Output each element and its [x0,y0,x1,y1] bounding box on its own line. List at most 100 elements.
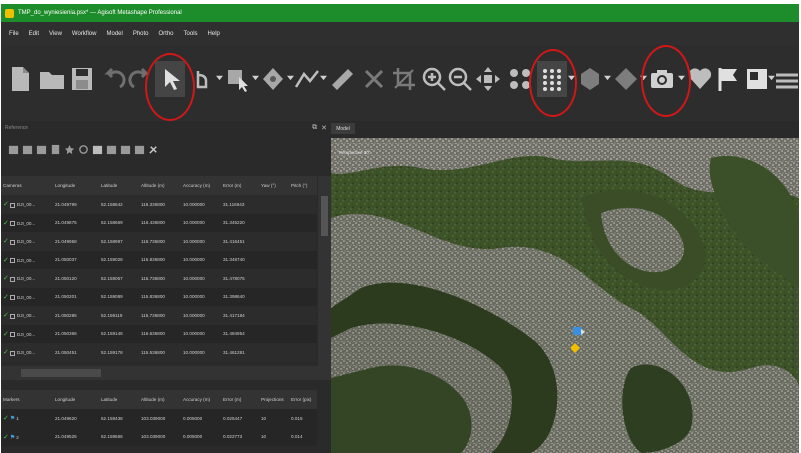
optimize-cameras-button[interactable] [63,142,75,156]
accuracy-cell[interactable]: 10.000000 [181,343,221,362]
column-header-latitude[interactable]: Latitude [99,390,139,409]
float-panel-icon[interactable]: ⧉ [312,124,317,132]
cloud-dropdown[interactable] [567,71,575,83]
yaw-cell[interactable] [259,213,289,232]
checkmark-icon[interactable]: ✓ [3,294,9,301]
longitude-cell[interactable]: 21.050120 [53,269,99,288]
open-button[interactable] [37,61,67,97]
yaw-cell[interactable] [259,195,289,214]
longitude-cell[interactable]: 21.049958 [53,232,99,251]
model-viewport[interactable]: Perspective 30° [331,138,799,453]
pitch-cell[interactable] [289,287,317,306]
column-header-longitude[interactable]: Longitude [53,390,99,409]
yaw-cell[interactable] [259,232,289,251]
tie-points-button[interactable] [505,61,535,97]
latitude-cell[interactable]: 52.159057 [99,269,139,288]
menu-view[interactable]: View [49,31,62,37]
cameras-vertical-scrollbar[interactable] [318,176,331,366]
accuracy-cell[interactable]: 10.000000 [181,306,221,325]
rotate-object-button[interactable] [187,61,217,97]
pitch-cell[interactable] [289,343,317,362]
altitude-cell[interactable]: 116.336800 [139,195,181,214]
checkmark-icon[interactable]: ✓ [3,331,9,338]
accuracy-cell[interactable]: 10.000000 [181,250,221,269]
menu-file[interactable]: File [9,31,19,37]
accuracy-cell[interactable]: 10.000000 [181,269,221,288]
accuracy-cell[interactable]: 10.000000 [181,287,221,306]
menu-model[interactable]: Model [106,31,122,37]
column-header-projections[interactable]: Projections [259,390,289,409]
crop-selection-button[interactable] [389,61,419,97]
table-row[interactable]: ✓ DJI_00... 21.050201 52.159089 115.83680… [1,287,317,306]
checkmark-icon[interactable]: ✓ [3,349,9,356]
menu-photo[interactable]: Photo [133,31,149,37]
column-header-error[interactable]: Error (m) [221,390,259,409]
table-row[interactable]: ✓⚑1 21.049620 52.159438 103.039000 0.005… [1,409,317,428]
longitude-cell[interactable]: 21.049799 [53,195,99,214]
close-panel-icon[interactable]: ✕ [321,124,327,132]
column-header-error[interactable]: Error (m) [221,176,259,195]
table-row[interactable]: ✓⚑2 21.049525 52.159566 103.039000 0.005… [1,427,317,446]
altitude-cell[interactable]: 103.039000 [139,427,181,446]
menu-ortho[interactable]: Ortho [159,31,174,37]
latitude-cell[interactable]: 52.158669 [99,213,139,232]
column-header-accuracy[interactable]: Accuracy (m) [181,390,221,409]
altitude-cell[interactable]: 115.736800 [139,306,181,325]
column-header-altitude[interactable]: Altitude (m) [139,390,181,409]
column-header-latitude[interactable]: Latitude [99,176,139,195]
altitude-cell[interactable]: 116.636800 [139,324,181,343]
latitude-cell[interactable]: 52.159089 [99,287,139,306]
altitude-cell[interactable]: 115.736800 [139,269,181,288]
checkmark-icon[interactable]: ✓ [3,220,9,227]
latitude-cell[interactable]: 52.159028 [99,250,139,269]
model-shaded-button[interactable] [575,61,605,97]
altitude-cell[interactable]: 116.736800 [139,232,181,251]
column-header-cameras[interactable]: Cameras [1,176,53,195]
cameras-horizontal-scrollbar[interactable] [1,366,331,380]
view-errors-button[interactable] [119,142,131,156]
draw-polyline-button[interactable] [292,61,322,97]
longitude-cell[interactable]: 21.050037 [53,250,99,269]
accuracy-cell[interactable]: 10.000000 [181,324,221,343]
longitude-cell[interactable]: 21.050201 [53,287,99,306]
view-source-button[interactable] [91,142,103,156]
latitude-cell[interactable]: 52.158997 [99,232,139,251]
yaw-cell[interactable] [259,324,289,343]
yaw-cell[interactable] [259,343,289,362]
table-row[interactable]: ✓ DJI_00... 21.050366 52.159148 116.63680… [1,324,317,343]
altitude-cell[interactable]: 116.436800 [139,213,181,232]
column-header-pitch[interactable]: Pitch (°) [289,176,317,195]
latitude-cell[interactable]: 52.159566 [99,427,139,446]
redo-button[interactable] [125,61,155,97]
yaw-cell[interactable] [259,287,289,306]
table-row[interactable]: ✓ DJI_00... 21.049875 52.158669 116.43680… [1,213,317,232]
longitude-cell[interactable]: 21.050366 [53,324,99,343]
checkmark-icon[interactable]: ✓ [3,312,9,319]
pitch-cell[interactable] [289,195,317,214]
model-dropdown[interactable] [603,71,611,83]
accuracy-cell[interactable]: 10.000000 [181,232,221,251]
calculator-button[interactable] [49,142,61,156]
delete-selection-button[interactable] [359,61,389,97]
column-header-markers[interactable]: Markers [1,390,53,409]
menu-workflow[interactable]: Workflow [72,31,97,37]
navigation-button[interactable] [155,61,185,97]
column-header-altitude[interactable]: Altitude (m) [139,176,181,195]
checkmark-icon[interactable]: ✓ [3,415,9,422]
pitch-cell[interactable] [289,269,317,288]
tiled-dropdown[interactable] [639,71,647,83]
scrollbar-thumb[interactable] [21,369,101,377]
longitude-cell[interactable]: 21.049875 [53,213,99,232]
altitude-cell[interactable]: 115.836800 [139,287,181,306]
tiled-model-button[interactable] [611,61,641,97]
yaw-cell[interactable] [259,269,289,288]
yaw-cell[interactable] [259,250,289,269]
accuracy-cell[interactable]: 10.000000 [181,213,221,232]
scrollbar-thumb[interactable] [321,196,328,236]
accuracy-cell[interactable]: 0.005000 [181,427,221,446]
accuracy-cell[interactable]: 0.005000 [181,409,221,428]
column-header-error-pix[interactable]: Error (pix) [289,390,317,409]
table-row[interactable]: ✓ DJI_00... 21.049958 52.158997 116.73680… [1,232,317,251]
longitude-cell[interactable]: 21.050451 [53,343,99,362]
checkmark-icon[interactable]: ✓ [3,434,9,441]
